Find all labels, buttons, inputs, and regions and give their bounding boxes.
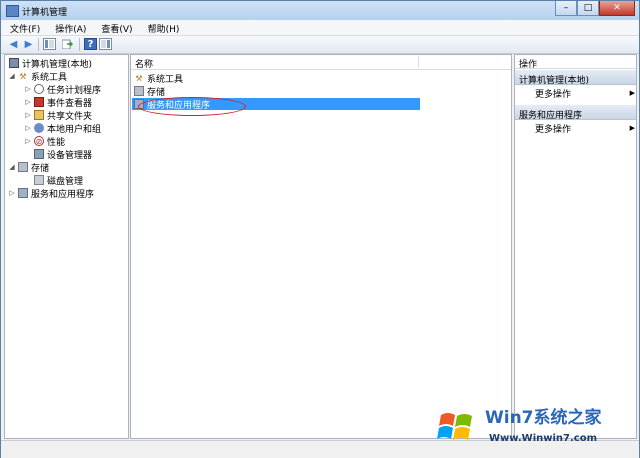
back-arrow-icon[interactable]: ◀: [7, 38, 20, 50]
show-hide-action-pane-icon[interactable]: [99, 38, 112, 50]
show-hide-console-tree-icon[interactable]: [43, 38, 56, 50]
event-log-icon: [34, 97, 44, 107]
expand-arrow-icon[interactable]: ▷: [24, 98, 32, 106]
forward-arrow-icon[interactable]: ▶: [22, 38, 35, 50]
actions-header: 操作: [515, 55, 636, 70]
results-pane: 名称 ⚒ 系统工具 存储 服务和应用程序: [130, 54, 512, 439]
export-list-icon[interactable]: [61, 38, 74, 50]
submenu-arrow-icon: ▶: [629, 89, 635, 97]
collapse-arrow-icon[interactable]: ◢: [8, 72, 16, 80]
toolbar-separator: [79, 38, 80, 51]
collapse-arrow-icon[interactable]: ◢: [8, 163, 16, 171]
tree-item-label: 磁盘管理: [47, 176, 84, 187]
tree-item-label: 设备管理器: [47, 150, 93, 161]
menu-action[interactable]: 操作(A): [46, 20, 92, 35]
tree-item-label: 本地用户和组: [47, 124, 102, 135]
column-divider[interactable]: [418, 56, 419, 68]
expand-arrow-icon[interactable]: ▷: [24, 137, 32, 145]
device-manager-icon: [34, 149, 44, 159]
tree-item-local-users[interactable]: ▷ 本地用户和组: [24, 122, 102, 135]
tree-item-storage[interactable]: ◢ 存储: [8, 161, 50, 174]
services-icon: [134, 99, 144, 109]
watermark-title: Win7系统之家: [485, 408, 602, 428]
performance-icon: ⊘: [34, 136, 44, 146]
tree-item-label: 系统工具: [31, 72, 68, 83]
list-item-storage[interactable]: 存储: [132, 85, 166, 98]
computer-management-icon: [6, 5, 19, 17]
title-bar[interactable]: 计算机管理 – □ ✕: [1, 1, 639, 21]
submenu-arrow-icon: ▶: [629, 124, 635, 132]
tree-item-performance[interactable]: ▷ ⊘ 性能: [24, 135, 66, 148]
more-actions-link[interactable]: 更多操作 ▶: [535, 87, 635, 100]
menu-bar: 文件(F) 操作(A) 查看(V) 帮助(H): [1, 20, 639, 36]
services-icon: [18, 188, 28, 198]
users-icon: [34, 123, 44, 133]
help-icon[interactable]: ?: [84, 38, 97, 50]
watermark-url: Www.Winwin7.com: [489, 433, 598, 444]
expand-arrow-icon[interactable]: ▷: [8, 189, 16, 197]
toolbar: ◀ ▶ ?: [1, 36, 639, 54]
console-tree-pane: 计算机管理(本地) ◢ ⚒ 系统工具 ▷ 任务计划程序 ▷ 事件查看器 ▷ 共享…: [4, 54, 129, 439]
toolbar-separator: [38, 38, 39, 51]
tree-item-task-scheduler[interactable]: ▷ 任务计划程序: [24, 83, 102, 96]
actions-section-services-apps[interactable]: 服务和应用程序: [515, 105, 636, 121]
list-item-services-apps[interactable]: 服务和应用程序: [132, 98, 420, 111]
tools-icon: ⚒: [19, 71, 27, 81]
shared-folder-icon: [34, 110, 44, 120]
disk-icon: [34, 175, 44, 185]
tree-item-disk-management[interactable]: 磁盘管理: [32, 174, 84, 187]
tree-item-device-manager[interactable]: 设备管理器: [32, 148, 93, 161]
storage-icon: [134, 86, 144, 96]
tree-root[interactable]: 计算机管理(本地): [7, 57, 93, 70]
tree-item-event-viewer[interactable]: ▷ 事件查看器: [24, 96, 93, 109]
tree-item-label: 任务计划程序: [47, 85, 102, 96]
window-title: 计算机管理: [22, 8, 68, 18]
tree-item-label: 事件查看器: [47, 98, 93, 109]
actions-section-computer-management[interactable]: 计算机管理(本地): [515, 70, 636, 86]
menu-view[interactable]: 查看(V): [92, 20, 138, 35]
more-actions-label: 更多操作: [535, 89, 572, 100]
menu-help[interactable]: 帮助(H): [139, 20, 186, 35]
list-item-label: 服务和应用程序: [147, 100, 211, 111]
more-actions-label: 更多操作: [535, 124, 572, 135]
tree-root-label: 计算机管理(本地): [22, 59, 93, 70]
tree-item-label: 性能: [47, 137, 66, 148]
storage-icon: [18, 162, 28, 172]
tree-item-services-apps[interactable]: ▷ 服务和应用程序: [8, 187, 95, 200]
computer-management-window: 计算机管理 – □ ✕ 文件(F) 操作(A) 查看(V) 帮助(H) ◀ ▶ …: [0, 0, 640, 458]
more-actions-link[interactable]: 更多操作 ▶: [535, 122, 635, 135]
minimize-button[interactable]: –: [555, 1, 577, 16]
tree-item-label: 服务和应用程序: [31, 189, 95, 200]
tree-item-system-tools[interactable]: ◢ ⚒ 系统工具: [8, 70, 68, 83]
tools-icon: ⚒: [135, 73, 143, 83]
windows-logo-icon: [437, 413, 472, 440]
list-item-system-tools[interactable]: ⚒ 系统工具: [132, 72, 184, 85]
computer-icon: [9, 58, 19, 68]
watermark: Win7系统之家 Www.Winwin7.com: [435, 399, 635, 455]
clock-icon: [34, 84, 44, 94]
list-item-label: 存储: [147, 87, 166, 98]
tree-item-shared-folders[interactable]: ▷ 共享文件夹: [24, 109, 93, 122]
column-header-row: 名称: [131, 55, 511, 70]
expand-arrow-icon[interactable]: ▷: [24, 124, 32, 132]
expand-arrow-icon[interactable]: ▷: [24, 111, 32, 119]
column-header-name[interactable]: 名称: [135, 57, 153, 70]
list-item-label: 系统工具: [147, 74, 184, 85]
maximize-button[interactable]: □: [577, 1, 599, 16]
tree-item-label: 存储: [31, 163, 50, 174]
menu-file[interactable]: 文件(F): [1, 20, 46, 35]
window-controls: – □ ✕: [555, 1, 635, 16]
close-button[interactable]: ✕: [599, 1, 635, 16]
actions-pane: 操作 计算机管理(本地) 更多操作 ▶ 服务和应用程序 更多操作 ▶: [514, 54, 637, 439]
expand-arrow-icon[interactable]: ▷: [24, 85, 32, 93]
tree-item-label: 共享文件夹: [47, 111, 93, 122]
